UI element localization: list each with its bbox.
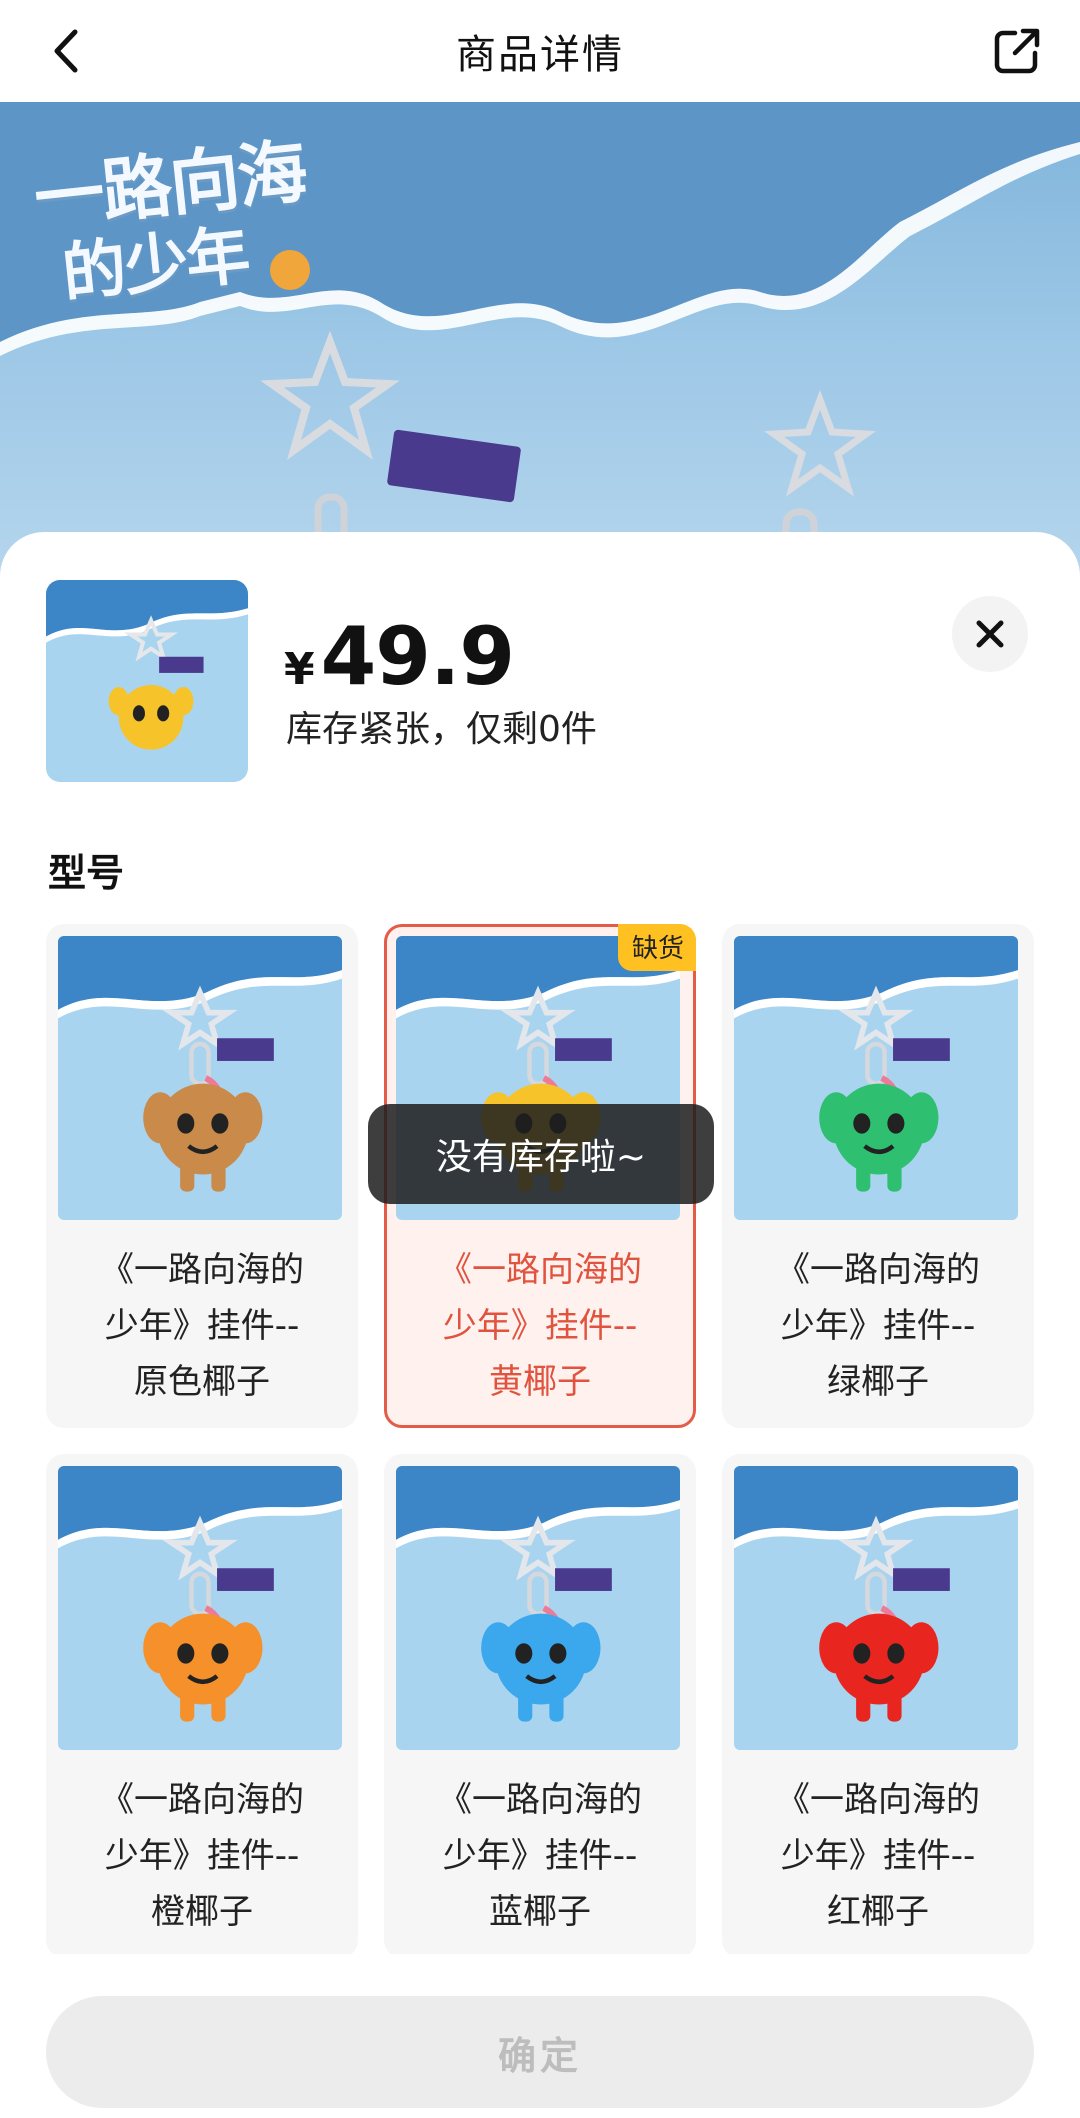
page-title: 商品详情: [456, 32, 624, 78]
variant-image: [396, 1466, 680, 1750]
variant-image: [734, 936, 1018, 1220]
toast-message: 没有库存啦~: [368, 1104, 714, 1204]
selected-thumbnail: [46, 580, 248, 782]
confirm-button[interactable]: 确定: [46, 1996, 1034, 2108]
variant-grid: 《一路向海的 少年》挂件-- 原色椰子 缺货 《一路向海的 少年》挂件-- 黄椰子 《一…: [46, 924, 1034, 1954]
top-nav-bar: 商品详情: [0, 0, 1080, 102]
variant-name: 《一路向海的 少年》挂件-- 红椰子: [776, 1780, 980, 1932]
variant-name: 《一路向海的 少年》挂件-- 蓝椰子: [438, 1780, 642, 1932]
variant-name: 《一路向海的 少年》挂件-- 绿椰子: [776, 1250, 980, 1402]
price: ¥ 49.9: [284, 610, 515, 703]
variant-name: 《一路向海的 少年》挂件-- 橙椰子: [100, 1780, 304, 1932]
sku-selector-sheet: ¥ 49.9 库存紧张，仅剩0件 型号 《一路向海的 少年》挂件-- 原色椰子 缺货…: [0, 532, 1080, 2118]
price-value: 49.9: [320, 610, 515, 703]
chevron-left-icon: [54, 29, 78, 73]
variant-card[interactable]: 《一路向海的 少年》挂件-- 红椰子: [722, 1454, 1034, 1954]
back-button[interactable]: [40, 25, 92, 77]
variant-card[interactable]: 《一路向海的 少年》挂件-- 绿椰子: [722, 924, 1034, 1428]
out-of-stock-badge: 缺货: [617, 924, 696, 971]
share-button[interactable]: [988, 22, 1046, 80]
variant-name: 《一路向海的 少年》挂件-- 原色椰子: [100, 1250, 304, 1402]
variant-card[interactable]: 《一路向海的 少年》挂件-- 原色椰子: [46, 924, 358, 1428]
keychain-image: [58, 936, 342, 1220]
close-icon: [976, 620, 1004, 648]
keychain-image: [734, 936, 1018, 1220]
keychain-image: [396, 1466, 680, 1750]
keychain-image: [734, 1466, 1018, 1750]
share-icon: [994, 28, 1040, 74]
variant-card[interactable]: 《一路向海的 少年》挂件-- 蓝椰子: [384, 1454, 696, 1954]
close-button[interactable]: [952, 596, 1028, 672]
variant-image: [734, 1466, 1018, 1750]
section-title-model: 型号: [48, 851, 125, 895]
variant-image: [58, 936, 342, 1220]
variant-image: [58, 1466, 342, 1750]
thumbnail-image: [46, 580, 248, 782]
keychain-image: [58, 1466, 342, 1750]
variant-card[interactable]: 《一路向海的 少年》挂件-- 橙椰子: [46, 1454, 358, 1954]
variant-name: 《一路向海的 少年》挂件-- 黄椰子: [438, 1250, 642, 1402]
hero-logo: 一路向海 的少年: [30, 130, 318, 316]
stock-note: 库存紧张，仅剩0件: [286, 709, 597, 750]
price-currency: ¥: [284, 644, 315, 695]
